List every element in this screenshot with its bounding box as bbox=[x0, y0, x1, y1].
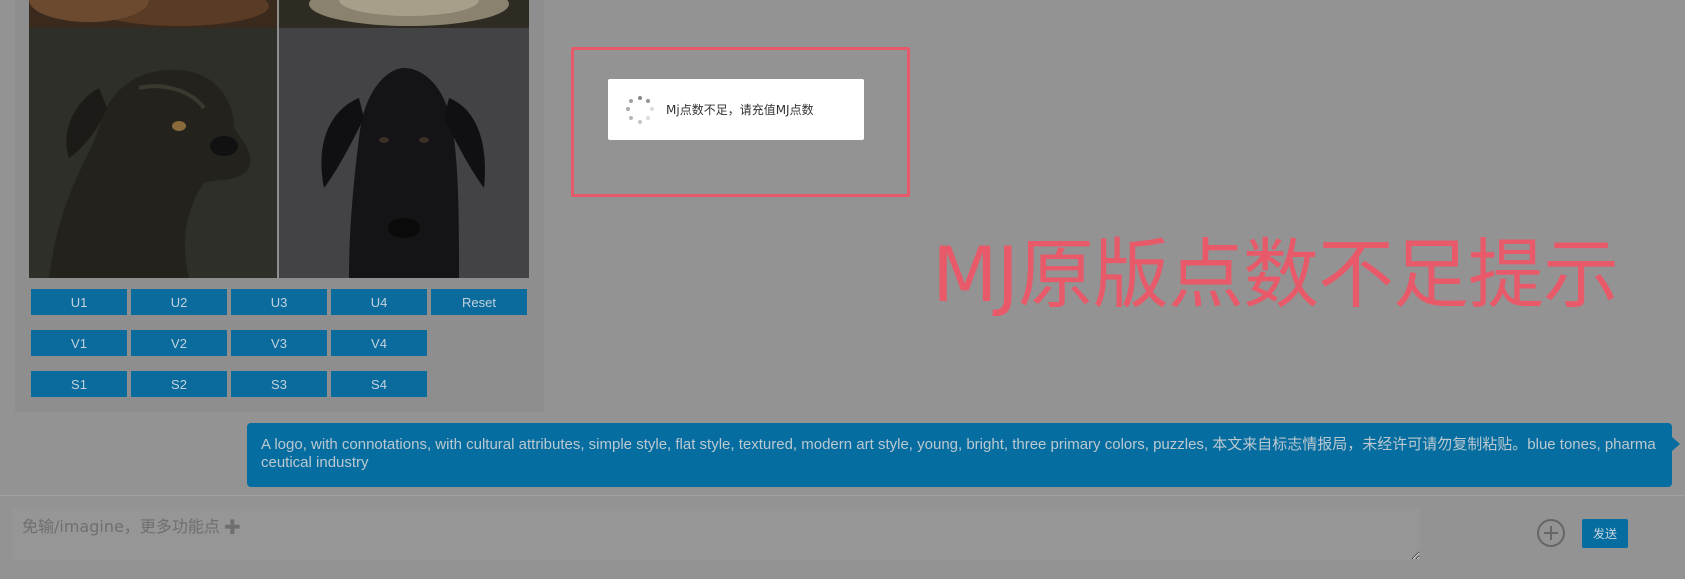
composer-divider bbox=[0, 495, 1685, 496]
v2-button[interactable]: V2 bbox=[131, 330, 227, 356]
prompt-message-bubble: A logo, with connotations, with cultural… bbox=[247, 423, 1672, 487]
s4-button[interactable]: S4 bbox=[331, 371, 427, 397]
v3-button[interactable]: V3 bbox=[231, 330, 327, 356]
plus-hint-icon: ✚ bbox=[224, 515, 241, 539]
image-grid bbox=[29, 0, 529, 278]
loading-spinner-icon bbox=[626, 95, 654, 124]
prompt-text: A logo, with connotations, with cultural… bbox=[261, 436, 1656, 471]
send-button[interactable]: 发送 bbox=[1582, 519, 1628, 548]
s3-button[interactable]: S3 bbox=[231, 371, 327, 397]
u2-button[interactable]: U2 bbox=[131, 289, 227, 315]
toast-message: Mj点数不足，请充值MJ点数 bbox=[666, 103, 814, 117]
chat-screen: U1 U2 U3 U4 Reset V1 V2 V3 V4 S1 S2 S3 S… bbox=[0, 0, 1685, 579]
add-attachment-icon[interactable] bbox=[1537, 519, 1565, 547]
image-result-card: U1 U2 U3 U4 Reset V1 V2 V3 V4 S1 S2 S3 S… bbox=[15, 0, 544, 412]
image-tile-1[interactable] bbox=[29, 0, 277, 28]
s-button-row: S1 S2 S3 S4 bbox=[31, 371, 427, 397]
bubble-tail bbox=[1672, 437, 1680, 451]
u4-button[interactable]: U4 bbox=[331, 289, 427, 315]
image-tile-4[interactable] bbox=[279, 28, 529, 278]
variation-button-row: V1 V2 V3 V4 bbox=[31, 330, 427, 356]
image-tile-2[interactable] bbox=[279, 0, 529, 28]
u3-button[interactable]: U3 bbox=[231, 289, 327, 315]
reset-button[interactable]: Reset bbox=[431, 289, 527, 315]
image-tile-3[interactable] bbox=[29, 28, 277, 278]
v1-button[interactable]: V1 bbox=[31, 330, 127, 356]
s2-button[interactable]: S2 bbox=[131, 371, 227, 397]
insufficient-points-toast: Mj点数不足，请充值MJ点数 bbox=[608, 79, 864, 140]
v4-button[interactable]: V4 bbox=[331, 330, 427, 356]
s1-button[interactable]: S1 bbox=[31, 371, 127, 397]
annotation-caption: MJ原版点数不足提示 bbox=[932, 230, 1619, 319]
u1-button[interactable]: U1 bbox=[31, 289, 127, 315]
upscale-button-row: U1 U2 U3 U4 Reset bbox=[31, 289, 527, 315]
